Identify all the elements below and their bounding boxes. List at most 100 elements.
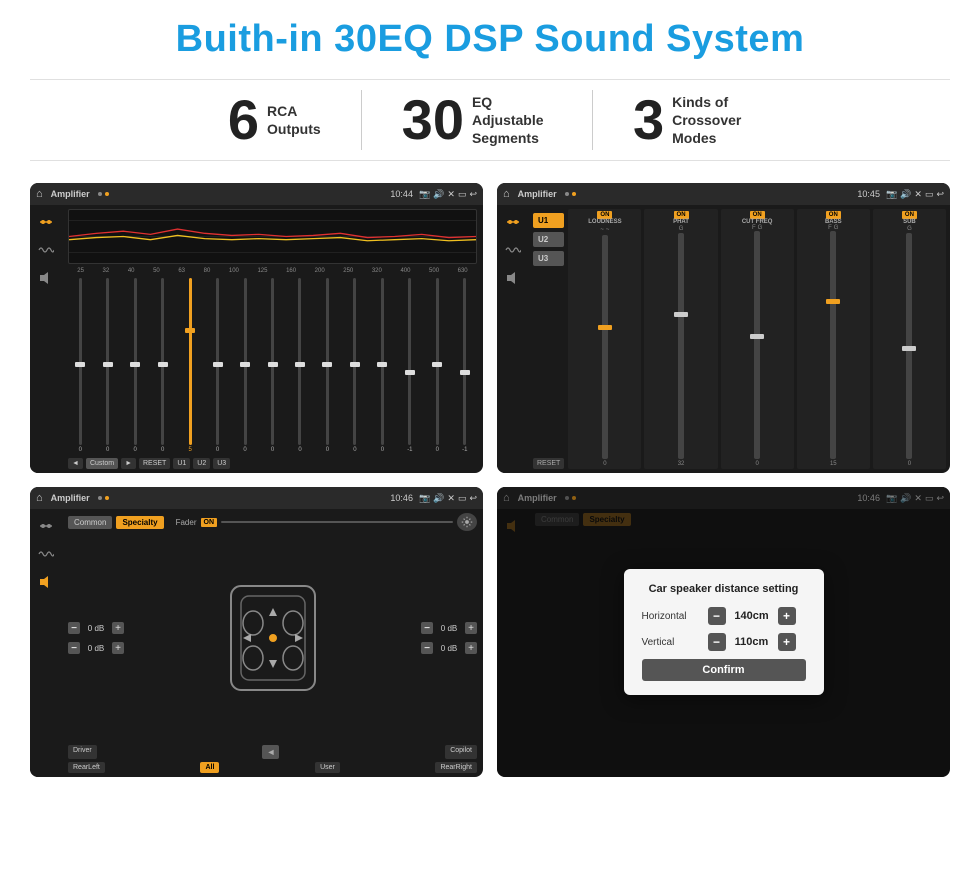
volume-icon-1: 🔊 (433, 189, 444, 200)
volume-icon-2: 🔊 (900, 189, 911, 200)
eq-slider-5[interactable]: 0 (205, 278, 229, 453)
rearleft-btn[interactable]: RearLeft (68, 762, 105, 773)
eq-icon[interactable] (35, 213, 57, 231)
fader-on-badge[interactable]: ON (201, 518, 218, 527)
dots-2 (565, 192, 576, 196)
minus-btn-r1[interactable]: − (421, 622, 433, 634)
horizontal-minus[interactable]: − (708, 607, 726, 625)
bass-on[interactable]: ON (826, 211, 841, 219)
eq-slider-8[interactable]: 0 (288, 278, 312, 453)
eq-play-btn[interactable]: ► (121, 458, 136, 469)
eq-bottom-bar: ◄ Custom ► RESET U1 U2 U3 (68, 458, 477, 469)
confirm-button[interactable]: Confirm (642, 659, 806, 681)
eq-prev-btn[interactable]: ◄ (68, 458, 83, 469)
dot-6 (105, 496, 109, 500)
time-2: 10:45 (857, 189, 880, 199)
rearright-btn[interactable]: RearRight (435, 762, 477, 773)
dot-1 (98, 192, 102, 196)
plus-btn-r2[interactable]: + (465, 642, 477, 654)
vertical-value: 110cm (732, 636, 772, 648)
eq-u1-btn[interactable]: U1 (173, 458, 190, 469)
u2-btn[interactable]: U2 (533, 232, 564, 247)
common-tab[interactable]: Common (68, 516, 112, 529)
close-icon-2: ✕ (914, 189, 922, 200)
speaker-btns-row-2: RearLeft All User RearRight (68, 762, 477, 773)
user-btn[interactable]: User (315, 762, 340, 773)
horizontal-label: Horizontal (642, 611, 702, 622)
speaker-icon-2[interactable] (502, 269, 524, 287)
driver-btn[interactable]: Driver (68, 745, 97, 759)
minus-btn-r2[interactable]: − (421, 642, 433, 654)
arrow-left-btn[interactable]: ◄ (262, 745, 279, 759)
screens-grid: ⌂ Amplifier 10:44 📷 🔊 ✕ ▭ ↩ (30, 183, 950, 777)
phat-on[interactable]: ON (674, 211, 689, 219)
wave-icon-3[interactable] (35, 545, 57, 563)
horizontal-value: 140cm (732, 610, 772, 622)
cutfreq-on[interactable]: ON (750, 211, 765, 219)
crossover-content: U1 U2 U3 RESET ON LOUDNESS ~ ~ (497, 205, 950, 473)
copilot-btn[interactable]: Copilot (445, 745, 477, 759)
eq-slider-7[interactable]: 0 (260, 278, 284, 453)
fader-slider[interactable] (221, 521, 453, 523)
eq-slider-12[interactable]: -1 (398, 278, 422, 453)
plus-btn-l1[interactable]: + (112, 622, 124, 634)
dot-3 (565, 192, 569, 196)
u3-btn[interactable]: U3 (533, 251, 564, 266)
stats-row: 6 RCAOutputs 30 EQ AdjustableSegments 3 … (30, 79, 950, 161)
speaker-icon[interactable] (35, 269, 57, 287)
minus-btn-l1[interactable]: − (68, 622, 80, 634)
plus-btn-l2[interactable]: + (112, 642, 124, 654)
settings-btn[interactable] (457, 513, 477, 531)
eq-custom-btn[interactable]: Custom (86, 458, 118, 469)
eq-slider-1[interactable]: 0 (95, 278, 119, 453)
eq-icon-3[interactable] (35, 517, 57, 535)
eq-freq-labels: 253240506380100125160200250320400500630 (68, 268, 477, 274)
plus-btn-r1[interactable]: + (465, 622, 477, 634)
eq-u3-btn[interactable]: U3 (213, 458, 230, 469)
eq-u2-btn[interactable]: U2 (193, 458, 210, 469)
eq-slider-4[interactable]: 5 (178, 278, 202, 453)
left-db-controls: − 0 dB + − 0 dB + (68, 535, 124, 741)
eq-slider-10[interactable]: 0 (343, 278, 367, 453)
back-icon-2: ↩ (936, 189, 944, 200)
eq-slider-14[interactable]: -1 (453, 278, 477, 453)
minimize-icon-1: ▭ (458, 189, 467, 200)
all-btn[interactable]: All (200, 762, 219, 773)
specialty-tab[interactable]: Specialty (116, 516, 163, 529)
eq-slider-9[interactable]: 0 (315, 278, 339, 453)
reset-btn-2[interactable]: RESET (533, 458, 564, 469)
horizontal-plus[interactable]: + (778, 607, 796, 625)
stat-eq-number: 30 (402, 92, 464, 148)
u1-btn[interactable]: U1 (533, 213, 564, 228)
icons-1: 📷 🔊 ✕ ▭ ↩ (419, 189, 477, 200)
left-db-row-1: − 0 dB + (68, 622, 124, 634)
speaker-icon-3[interactable] (35, 573, 57, 591)
eq-slider-6[interactable]: 0 (233, 278, 257, 453)
loudness-on[interactable]: ON (597, 211, 612, 219)
right-db-controls: − 0 dB + − 0 dB + (421, 535, 477, 741)
dialog-title: Car speaker distance setting (642, 583, 806, 595)
wave-icon[interactable] (35, 241, 57, 259)
vertical-minus[interactable]: − (708, 633, 726, 651)
dot-5 (98, 496, 102, 500)
loudness-col: ON LOUDNESS ~ ~ 0 (568, 209, 641, 469)
eq-icon-2[interactable] (502, 213, 524, 231)
eq-slider-3[interactable]: 0 (150, 278, 174, 453)
camera-icon-3: 📷 (419, 493, 430, 504)
eq-slider-11[interactable]: 0 (370, 278, 394, 453)
right-db-row-2: − 0 dB + (421, 642, 477, 654)
vertical-plus[interactable]: + (778, 633, 796, 651)
eq-reset-btn[interactable]: RESET (139, 458, 170, 469)
back-icon-1: ↩ (469, 189, 477, 200)
minus-btn-l2[interactable]: − (68, 642, 80, 654)
eq-slider-0[interactable]: 0 (68, 278, 92, 453)
sub-on[interactable]: ON (902, 211, 917, 219)
time-3: 10:46 (390, 493, 413, 503)
speaker-btns-row: Driver ◄ Copilot (68, 745, 477, 759)
db-val-r2: 0 dB (435, 644, 463, 653)
eq-slider-13[interactable]: 0 (425, 278, 449, 453)
close-icon-1: ✕ (447, 189, 455, 200)
eq-graph (68, 209, 477, 264)
wave-icon-2[interactable] (502, 241, 524, 259)
eq-slider-2[interactable]: 0 (123, 278, 147, 453)
